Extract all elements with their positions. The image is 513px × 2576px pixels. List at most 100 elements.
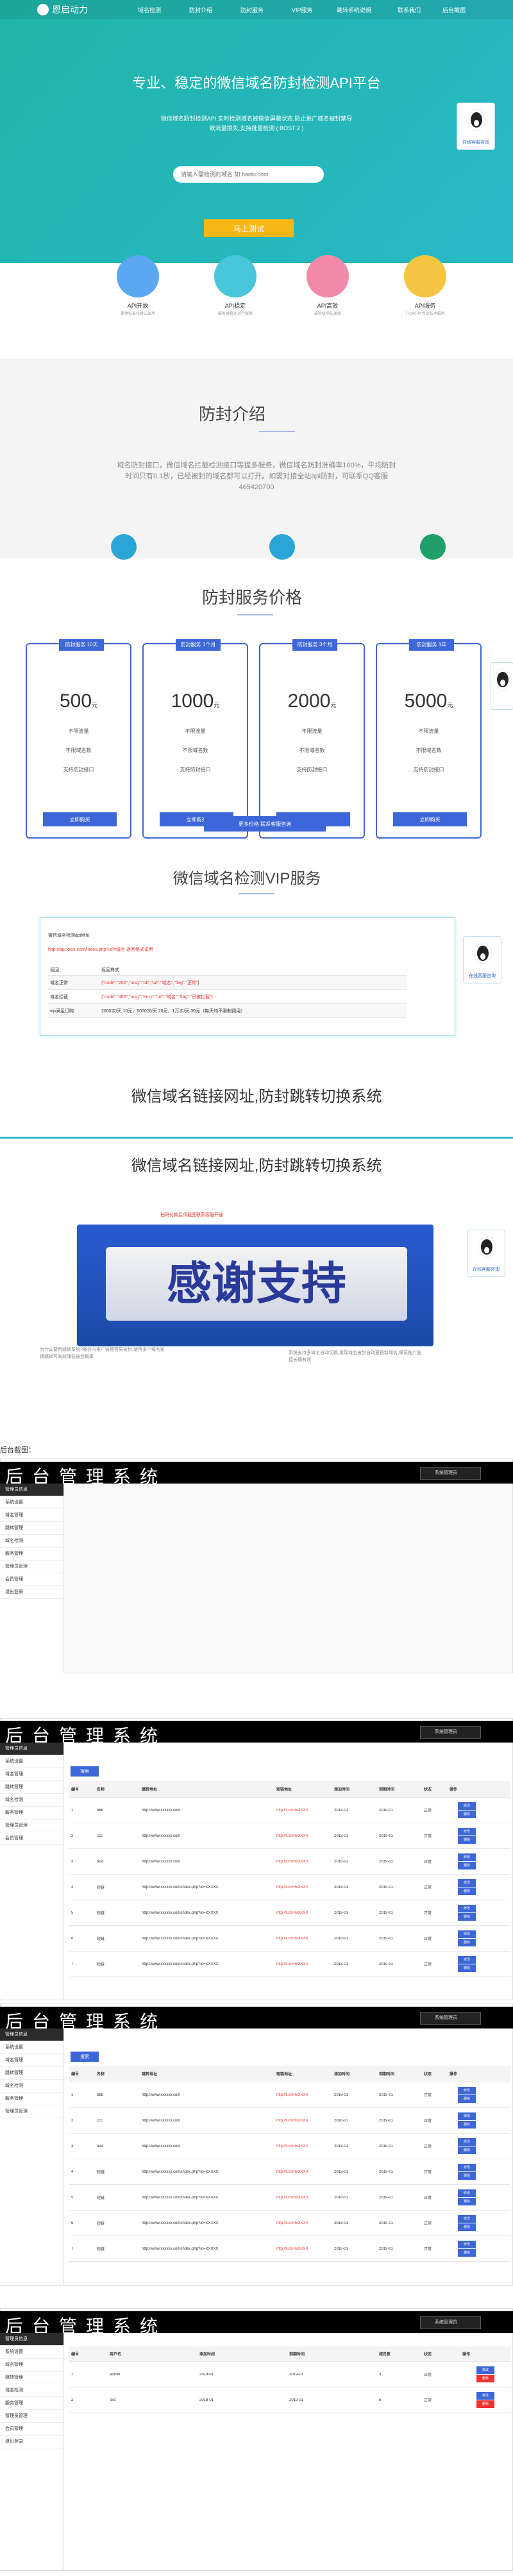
- qq-float-side[interactable]: [491, 662, 513, 710]
- admin-user[interactable]: 系统管理员: [420, 2012, 481, 2025]
- sidebar-item[interactable]: 管理员管理: [0, 1819, 63, 1832]
- table-row[interactable]: 1 bbb http://www.xxxxxx.com http://t.cn/RxX…: [69, 2082, 510, 2108]
- sidebar-item[interactable]: 服务管理: [0, 1548, 63, 1560]
- sidebar-item[interactable]: 跳转管理: [0, 2371, 63, 2384]
- delete-button[interactable]: 删除: [458, 2172, 476, 2180]
- edit-button[interactable]: 修改: [458, 1853, 476, 1861]
- nav-item-contact[interactable]: 联系我们: [398, 6, 421, 14]
- delete-button[interactable]: 删除: [476, 2400, 494, 2408]
- edit-button[interactable]: 修改: [458, 1828, 476, 1836]
- search-button[interactable]: 搜索: [71, 2052, 99, 2062]
- sidebar-item[interactable]: 退出登录: [0, 1586, 63, 1599]
- sidebar-item[interactable]: 跳转管理: [0, 2067, 63, 2080]
- delete-button[interactable]: 删除: [458, 2223, 476, 2231]
- table-row[interactable]: 3 test http://www.xxxxxx.com http://t.cn/Rx…: [69, 1849, 510, 1875]
- sidebar-item[interactable]: 系统设置: [0, 1496, 63, 1509]
- sidebar-item[interactable]: 管理员信息: [0, 1743, 63, 1755]
- qq-float[interactable]: 在线客服咨询: [467, 1230, 505, 1277]
- sidebar-item[interactable]: 跳转管理: [0, 1781, 63, 1794]
- search-button[interactable]: 搜索: [71, 1766, 99, 1777]
- edit-button[interactable]: 修改: [458, 2138, 476, 2146]
- delete-button[interactable]: 删除: [476, 2375, 494, 2382]
- table-row[interactable]: 2 test 2018-01 2019-01 5 正常 修改 删除: [69, 2388, 510, 2413]
- sidebar-item[interactable]: 域名管理: [0, 2054, 63, 2067]
- edit-button[interactable]: 修改: [458, 1879, 476, 1887]
- sidebar-item[interactable]: 域名管理: [0, 2359, 63, 2371]
- nav-item-3[interactable]: 防封服务: [240, 6, 264, 14]
- sidebar-item[interactable]: 系统设置: [0, 2041, 63, 2054]
- edit-button[interactable]: 修改: [476, 2392, 494, 2400]
- table-row[interactable]: 7 短链 http://www.xxxxxx.com/index.php?id=XX…: [69, 2236, 510, 2262]
- table-row[interactable]: 3 test http://www.xxxxxx.com http://t.cn/Rx…: [69, 2134, 510, 2159]
- table-row[interactable]: 6 短链 http://www.xxxxxx.com/index.php?id=XX…: [69, 2211, 510, 2236]
- table-row[interactable]: 5 短链 http://www.xxxxxx.com/index.php?id=XX…: [69, 2185, 510, 2211]
- test-button[interactable]: 马上测试: [204, 219, 294, 237]
- delete-button[interactable]: 删除: [458, 1862, 476, 1869]
- sidebar-item[interactable]: 管理员信息: [0, 1484, 63, 1496]
- edit-button[interactable]: 修改: [458, 2164, 476, 2171]
- sidebar-item[interactable]: 跳转管理: [0, 1522, 63, 1535]
- sidebar-item[interactable]: 管理员管理: [0, 2410, 63, 2423]
- nav-item-4[interactable]: VIP服务: [292, 6, 313, 14]
- nav-item-1[interactable]: 域名检测: [138, 6, 161, 14]
- sidebar-item[interactable]: 系统设置: [0, 2346, 63, 2359]
- sidebar-item[interactable]: 域名检测: [0, 2080, 63, 2093]
- delete-button[interactable]: 删除: [458, 1939, 476, 1946]
- edit-button[interactable]: 修改: [458, 1956, 476, 1964]
- domain-search-input[interactable]: [173, 166, 324, 183]
- table-row[interactable]: 2 ccc http://www.xxxxxx.com http://t.cn/RxX…: [69, 2108, 510, 2134]
- admin-user[interactable]: 系统管理员: [420, 1726, 481, 1739]
- sidebar-item[interactable]: 会员管理: [0, 1832, 63, 1845]
- edit-button[interactable]: 修改: [458, 1930, 476, 1938]
- sidebar-item[interactable]: 管理员信息: [0, 2028, 63, 2041]
- qq-float[interactable]: 在线客服咨询: [457, 103, 495, 150]
- sidebar-item[interactable]: 域名管理: [0, 1768, 63, 1781]
- delete-button[interactable]: 删除: [458, 1964, 476, 1972]
- edit-button[interactable]: 修改: [458, 2215, 476, 2223]
- delete-button[interactable]: 删除: [458, 2146, 476, 2154]
- delete-button[interactable]: 删除: [458, 2121, 476, 2129]
- sidebar-item[interactable]: 会员管理: [0, 1573, 63, 1586]
- admin-user[interactable]: 系统管理员: [420, 1467, 481, 1480]
- buy-button[interactable]: 立即购买: [43, 812, 117, 826]
- table-row[interactable]: 1 bbb http://www.xxxxxx.com http://t.cn/RxX…: [69, 1798, 510, 1823]
- table-row[interactable]: 4 短链 http://www.xxxxxx.com/index.php?id=XX…: [69, 1875, 510, 1900]
- brand-logo[interactable]: 恩启动力: [37, 3, 88, 16]
- sidebar-item[interactable]: 服务管理: [0, 2093, 63, 2105]
- edit-button[interactable]: 修改: [458, 2087, 476, 2095]
- table-row[interactable]: 1 admin 2018-01 2019-01 3 正常 修改 删除: [69, 2362, 510, 2388]
- edit-button[interactable]: 修改: [458, 1802, 476, 1810]
- nav-item-screens[interactable]: 后台截图: [442, 6, 466, 14]
- more-price-button[interactable]: 更多价格 联系客服咨询: [204, 816, 326, 832]
- delete-button[interactable]: 删除: [458, 2249, 476, 2257]
- sidebar-item[interactable]: 退出登录: [0, 2436, 63, 2448]
- admin-user[interactable]: 系统管理员: [420, 2316, 481, 2329]
- sidebar-item[interactable]: 域名管理: [0, 1509, 63, 1522]
- delete-button[interactable]: 删除: [458, 1887, 476, 1895]
- sidebar-item[interactable]: 系统设置: [0, 1755, 63, 1768]
- sidebar-item[interactable]: 管理员管理: [0, 2105, 63, 2118]
- sidebar-item[interactable]: 管理员信息: [0, 2333, 63, 2346]
- edit-button[interactable]: 修改: [476, 2366, 494, 2374]
- table-row[interactable]: 4 短链 http://www.xxxxxx.com/index.php?id=XX…: [69, 2159, 510, 2185]
- table-row[interactable]: 7 短链 http://www.xxxxxx.com/index.php?id=XX…: [69, 1952, 510, 1977]
- sidebar-item[interactable]: 域名检测: [0, 1794, 63, 1807]
- sidebar-item[interactable]: 管理员管理: [0, 1560, 63, 1573]
- edit-button[interactable]: 修改: [458, 2189, 476, 2197]
- table-row[interactable]: 6 短链 http://www.xxxxxx.com/index.php?id=XX…: [69, 1926, 510, 1952]
- sidebar-item[interactable]: 服务管理: [0, 1807, 63, 1819]
- sidebar-item[interactable]: 域名检测: [0, 1535, 63, 1548]
- buy-button[interactable]: 立即购买: [393, 812, 467, 826]
- table-row[interactable]: 2 ccc http://www.xxxxxx.com http://t.cn/RxX…: [69, 1823, 510, 1849]
- delete-button[interactable]: 删除: [458, 1811, 476, 1818]
- delete-button[interactable]: 删除: [458, 1836, 476, 1844]
- nav-item-2[interactable]: 防封介绍: [189, 6, 212, 14]
- table-row[interactable]: 5 短链 http://www.xxxxxx.com/index.php?id=XX…: [69, 1900, 510, 1926]
- nav-item-5[interactable]: 跳转系统说明: [337, 6, 371, 14]
- edit-button[interactable]: 修改: [458, 2112, 476, 2120]
- sidebar-item[interactable]: 域名检测: [0, 2384, 63, 2397]
- sidebar-item[interactable]: 服务管理: [0, 2397, 63, 2410]
- delete-button[interactable]: 删除: [458, 1913, 476, 1921]
- delete-button[interactable]: 删除: [458, 2198, 476, 2205]
- edit-button[interactable]: 修改: [458, 2241, 476, 2248]
